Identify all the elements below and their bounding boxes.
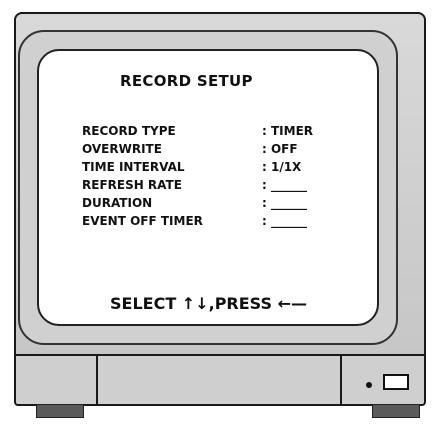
menu-item-value: : ______ xyxy=(262,196,307,210)
base-divider-right xyxy=(340,356,342,404)
menu-item-value: : ______ xyxy=(262,178,307,192)
menu-item-refresh-rate[interactable]: REFRESH RATE : ______ xyxy=(82,178,372,194)
page-title: RECORD SETUP xyxy=(120,72,253,90)
menu-item-label: RECORD TYPE xyxy=(82,124,176,138)
menu-item-label: EVENT OFF TIMER xyxy=(82,214,203,228)
menu-item-value: : ______ xyxy=(262,214,307,228)
menu-item-label: OVERWRITE xyxy=(82,142,162,156)
footer-instructions: SELECT ↑↓,PRESS ←— xyxy=(110,294,307,313)
monitor-base xyxy=(14,354,426,406)
menu-item-time-interval[interactable]: TIME INTERVAL : 1/1X xyxy=(82,160,372,176)
foot-right xyxy=(372,404,420,418)
menu-item-event-off-timer[interactable]: EVENT OFF TIMER : ______ xyxy=(82,214,372,230)
base-divider-left xyxy=(96,356,98,404)
menu-item-label: REFRESH RATE xyxy=(82,178,182,192)
status-led-icon xyxy=(366,382,372,388)
menu-item-duration[interactable]: DURATION : ______ xyxy=(82,196,372,212)
menu-item-label: TIME INTERVAL xyxy=(82,160,185,174)
menu-item-value: : TIMER xyxy=(262,124,314,138)
power-button-icon[interactable] xyxy=(383,374,409,390)
menu-item-value: : 1/1X xyxy=(262,160,302,174)
menu-item-record-type[interactable]: RECORD TYPE : TIMER xyxy=(82,124,372,140)
menu-item-overwrite[interactable]: OVERWRITE : OFF xyxy=(82,142,372,158)
menu-item-label: DURATION xyxy=(82,196,153,210)
menu-item-value: : OFF xyxy=(262,142,298,156)
foot-left xyxy=(36,404,84,418)
